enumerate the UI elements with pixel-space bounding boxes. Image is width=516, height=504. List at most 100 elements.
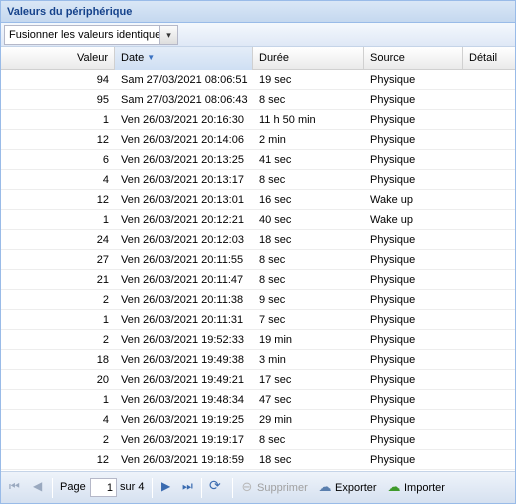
refresh-icon[interactable]: ⟳ xyxy=(209,477,221,495)
cell-duree: 19 sec xyxy=(259,74,292,86)
table-row[interactable]: 2 Ven 26/03/2021 20:11:38 9 sec Physique xyxy=(1,290,515,310)
cell-date: Ven 26/03/2021 19:19:25 xyxy=(121,414,244,426)
cell-detail xyxy=(463,170,515,190)
cell-detail xyxy=(463,150,515,170)
cell-date: Ven 26/03/2021 20:11:38 xyxy=(121,294,244,306)
table-row[interactable]: 95 Sam 27/03/2021 08:06:43 8 sec Physique xyxy=(1,90,515,110)
cell-valeur: 18 xyxy=(96,354,109,366)
cell-duree: 2 min xyxy=(259,134,286,146)
cell-valeur: 12 xyxy=(96,194,109,206)
cell-duree: 19 min xyxy=(259,334,293,346)
cell-valeur: 2 xyxy=(102,294,109,306)
cell-detail xyxy=(463,230,515,250)
page-number-input[interactable]: 1 xyxy=(90,478,117,497)
table-row[interactable]: 1 Ven 26/03/2021 20:11:31 7 sec Physique xyxy=(1,310,515,330)
next-page-icon[interactable]: ▶ xyxy=(161,479,170,497)
cell-duree: 18 sec xyxy=(259,454,292,466)
table-row[interactable]: 20 Ven 26/03/2021 19:49:21 17 sec Physique xyxy=(1,370,515,390)
cell-date: Ven 26/03/2021 20:13:01 xyxy=(121,194,244,206)
table-row[interactable]: 1 Ven 26/03/2021 19:48:34 47 sec Physique xyxy=(1,390,515,410)
cell-valeur: 27 xyxy=(96,254,109,266)
table-row[interactable]: 12 Ven 26/03/2021 20:13:01 16 sec Wake up xyxy=(1,190,515,210)
table-row[interactable]: 1 Ven 26/03/2021 20:12:21 40 sec Wake up xyxy=(1,210,515,230)
cell-valeur: 2 xyxy=(102,434,109,446)
toolbar-separator xyxy=(152,478,153,498)
cell-detail xyxy=(463,390,515,410)
cell-duree: 11 h 50 min xyxy=(259,114,316,126)
first-page-icon[interactable]: ⏮ xyxy=(9,479,20,497)
page-count-label: sur 4 xyxy=(120,481,145,493)
cell-source: Physique xyxy=(370,354,416,366)
paging-toolbar: ⏮ ◀ Page 1 sur 4 ▶ ⏭ ⟳ ⊖ Supprimer ☁ Expor… xyxy=(1,471,515,503)
delete-button-label: Supprimer xyxy=(257,482,308,494)
column-header-duree[interactable]: Durée xyxy=(253,47,364,70)
cell-source: Physique xyxy=(370,454,416,466)
cell-duree: 29 min xyxy=(259,414,293,426)
minus-circle-icon: ⊖ xyxy=(241,479,253,494)
merge-values-field[interactable]: Fusionner les valeurs identiques xyxy=(4,25,160,45)
cell-valeur: 12 xyxy=(96,454,109,466)
export-button[interactable]: ☁ Exporter xyxy=(317,479,377,497)
column-header-detail[interactable]: Détail xyxy=(463,47,515,70)
cell-source: Physique xyxy=(370,114,416,126)
table-row[interactable]: 21 Ven 26/03/2021 20:11:47 8 sec Physique xyxy=(1,270,515,290)
cell-date: Ven 26/03/2021 19:18:59 xyxy=(121,454,244,466)
column-header-valeur[interactable]: Valeur xyxy=(1,47,115,70)
cell-detail xyxy=(463,210,515,230)
cell-source: Physique xyxy=(370,434,416,446)
table-row[interactable]: 4 Ven 26/03/2021 19:19:25 29 min Physique xyxy=(1,410,515,430)
previous-page-icon[interactable]: ◀ xyxy=(33,479,42,497)
merge-values-select[interactable]: Fusionner les valeurs identiques ▾ xyxy=(4,25,178,45)
cell-valeur: 21 xyxy=(96,274,109,286)
cell-duree: 18 sec xyxy=(259,234,292,246)
cell-date: Ven 26/03/2021 20:12:21 xyxy=(121,214,244,226)
table-row[interactable]: 12 Ven 26/03/2021 20:14:06 2 min Physique xyxy=(1,130,515,150)
device-values-panel: Valeurs du périphérique Fusionner les va… xyxy=(0,0,516,504)
cell-duree: 17 sec xyxy=(259,374,292,386)
cell-valeur: 1 xyxy=(102,394,109,406)
cloud-upload-icon: ☁ xyxy=(387,479,401,494)
cell-detail xyxy=(463,450,515,470)
column-header-date-label: Date xyxy=(121,52,145,64)
table-row[interactable]: 2 Ven 26/03/2021 19:52:33 19 min Physique xyxy=(1,330,515,350)
cell-detail xyxy=(463,110,515,130)
table-row[interactable]: 6 Ven 26/03/2021 20:13:25 41 sec Physique xyxy=(1,150,515,170)
table-row[interactable]: 12 Ven 26/03/2021 19:18:59 18 sec Physique xyxy=(1,450,515,470)
cell-source: Physique xyxy=(370,134,416,146)
last-page-icon[interactable]: ⏭ xyxy=(182,479,193,497)
cell-valeur: 4 xyxy=(102,414,109,426)
column-header-source[interactable]: Source xyxy=(364,47,463,70)
sort-descending-icon: ▼ xyxy=(147,53,156,62)
table-row[interactable]: 4 Ven 26/03/2021 20:13:17 8 sec Physique xyxy=(1,170,515,190)
table-row[interactable]: 94 Sam 27/03/2021 08:06:51 19 sec Physique xyxy=(1,70,515,90)
cell-duree: 9 sec xyxy=(259,294,286,306)
cell-source: Physique xyxy=(370,234,416,246)
cell-duree: 3 min xyxy=(259,354,286,366)
grid-body: 94 Sam 27/03/2021 08:06:51 19 sec Physique 9… xyxy=(1,70,515,471)
cell-duree: 41 sec xyxy=(259,154,292,166)
table-row[interactable]: 24 Ven 26/03/2021 20:12:03 18 sec Physique xyxy=(1,230,515,250)
cell-duree: 40 sec xyxy=(259,214,292,226)
toolbar-separator xyxy=(201,478,202,498)
table-row[interactable]: 2 Ven 26/03/2021 19:19:17 8 sec Physique xyxy=(1,430,515,450)
delete-button[interactable]: ⊖ Supprimer xyxy=(239,479,308,497)
column-header-date[interactable]: Date ▼ xyxy=(115,47,253,70)
cell-date: Ven 26/03/2021 20:13:25 xyxy=(121,154,244,166)
chevron-down-icon[interactable]: ▾ xyxy=(160,25,178,45)
cell-detail xyxy=(463,330,515,350)
cell-valeur: 6 xyxy=(102,154,109,166)
cell-source: Physique xyxy=(370,154,416,166)
cell-source: Physique xyxy=(370,314,416,326)
cell-valeur: 4 xyxy=(102,174,109,186)
cell-detail xyxy=(463,270,515,290)
table-row[interactable]: 1 Ven 26/03/2021 20:16:30 11 h 50 min Physi… xyxy=(1,110,515,130)
cell-detail xyxy=(463,430,515,450)
table-row[interactable]: 27 Ven 26/03/2021 20:11:55 8 sec Physique xyxy=(1,250,515,270)
table-row[interactable]: 18 Ven 26/03/2021 19:49:38 3 min Physique xyxy=(1,350,515,370)
cell-detail xyxy=(463,190,515,210)
cell-duree: 16 sec xyxy=(259,194,292,206)
cell-valeur: 24 xyxy=(96,234,109,246)
import-button[interactable]: ☁ Importer xyxy=(386,479,445,497)
cell-detail xyxy=(463,70,515,90)
cell-date: Ven 26/03/2021 20:12:03 xyxy=(121,234,244,246)
